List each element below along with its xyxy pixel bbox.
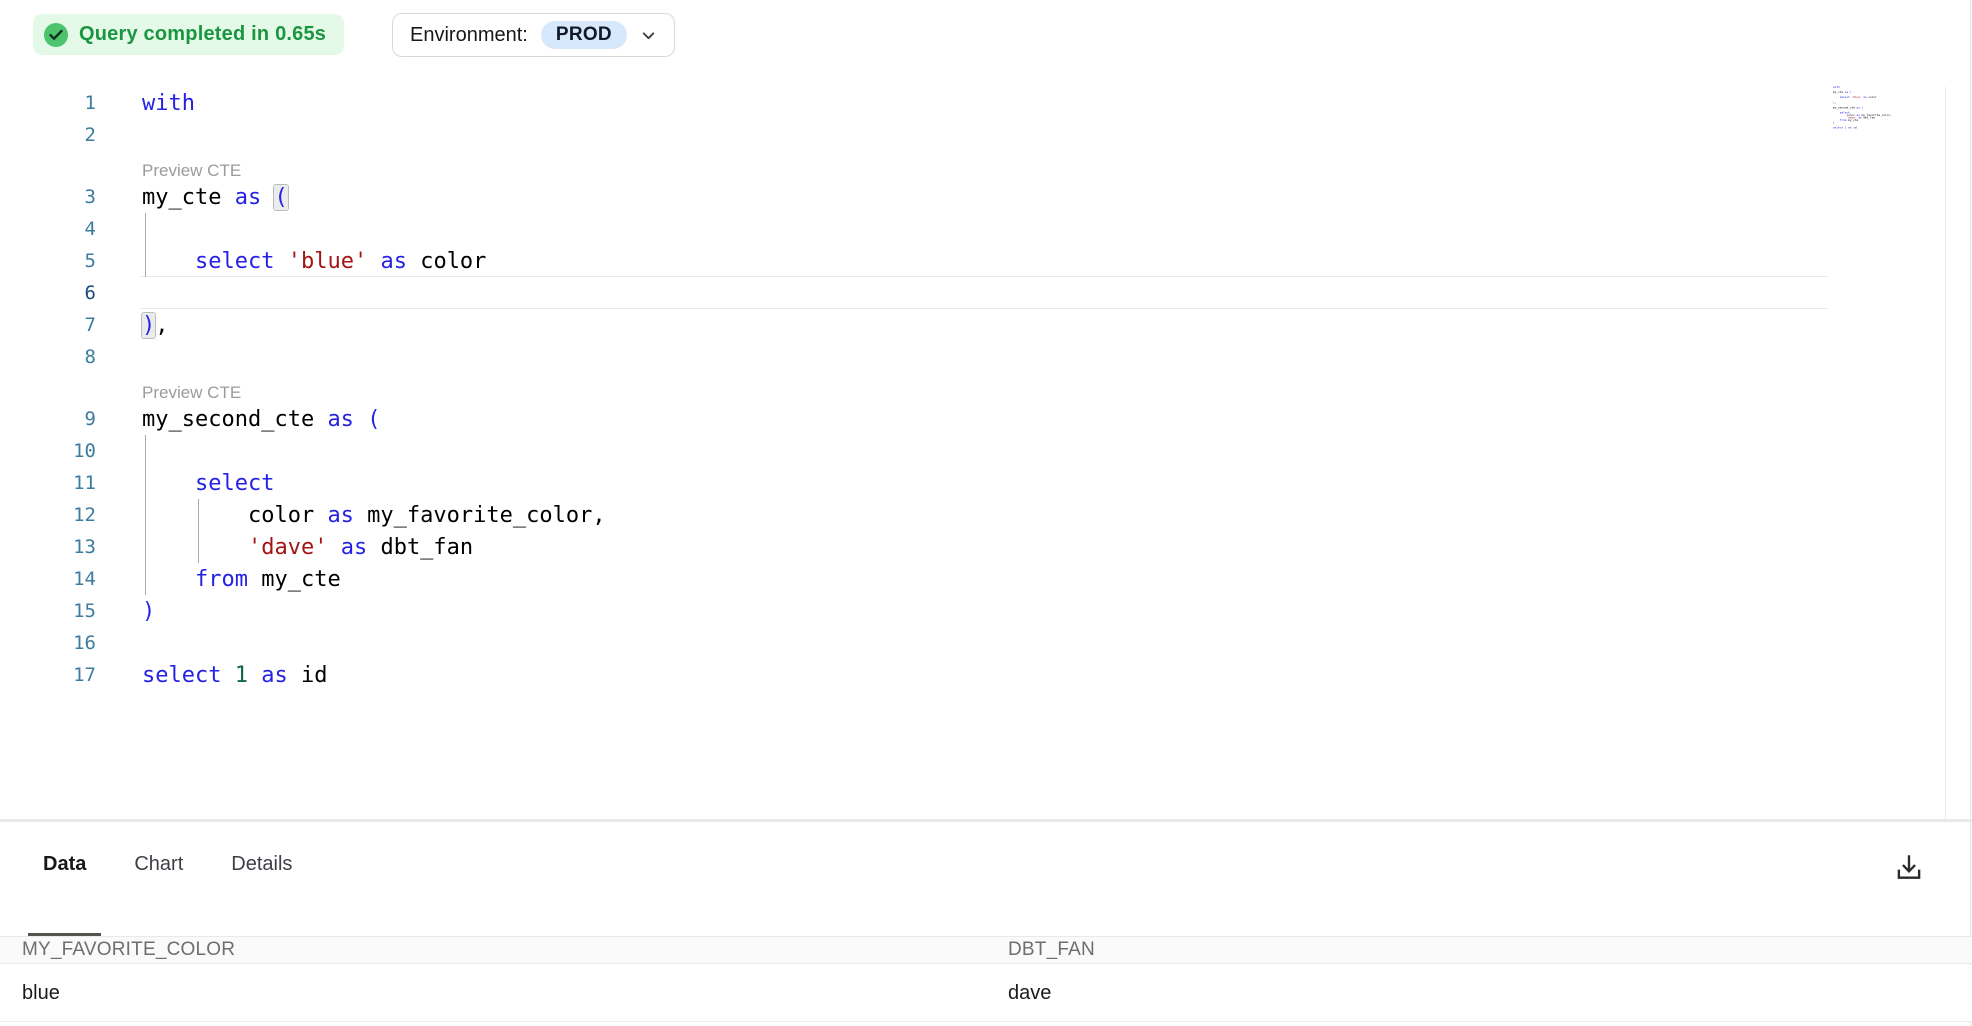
line-number: 9 <box>0 408 96 430</box>
environment-selector[interactable]: Environment: PROD <box>392 13 675 57</box>
line-number: 17 <box>0 664 96 686</box>
code-line[interactable]: 7), <box>0 309 1972 341</box>
indent-guide <box>145 213 146 277</box>
preview-cte-button[interactable]: Preview CTE <box>0 373 1972 403</box>
line-number: 2 <box>0 124 96 146</box>
line-number: 5 <box>0 250 96 272</box>
query-editor-app: 1with2Preview CTE3my_cte as (45 select '… <box>0 0 1972 1026</box>
code-line[interactable]: 2 <box>0 119 1972 151</box>
preview-cte-button[interactable]: Preview CTE <box>0 151 1972 181</box>
line-number: 16 <box>0 632 96 654</box>
indent-guide <box>198 499 199 563</box>
line-number: 14 <box>0 568 96 590</box>
overview-ruler[interactable] <box>1945 87 1970 820</box>
code-line[interactable]: 9my_second_cte as ( <box>0 403 1972 435</box>
download-button[interactable] <box>1888 846 1930 888</box>
minimap-line: select 1 as id <box>1833 127 1894 130</box>
code-line[interactable]: 16 <box>0 627 1972 659</box>
tab-details[interactable]: Details <box>216 853 307 936</box>
code-line[interactable]: 5 select 'blue' as color <box>0 245 1972 277</box>
tab-data[interactable]: Data <box>28 853 101 936</box>
code-area[interactable]: 1with2Preview CTE3my_cte as (45 select '… <box>0 87 1972 691</box>
status-text: Query completed in 0.65s <box>79 23 326 46</box>
panel-divider[interactable] <box>0 819 1972 822</box>
tab-chart[interactable]: Chart <box>119 853 198 936</box>
minimap[interactable]: withmy_cte as ( select 'blue' as color),… <box>1833 86 1894 129</box>
line-number: 4 <box>0 218 96 240</box>
line-number: 12 <box>0 504 96 526</box>
line-number: 3 <box>0 186 96 208</box>
code-line[interactable]: 3my_cte as ( <box>0 181 1972 213</box>
line-number: 15 <box>0 600 96 622</box>
sql-editor[interactable]: 1with2Preview CTE3my_cte as (45 select '… <box>0 0 1972 820</box>
status-badge: Query completed in 0.65s <box>33 14 344 55</box>
environment-label: Environment: <box>410 24 528 47</box>
line-number: 1 <box>0 92 96 114</box>
check-circle-icon <box>44 23 68 47</box>
chevron-down-icon <box>640 27 657 44</box>
code-line[interactable]: 14 from my_cte <box>0 563 1972 595</box>
column-header-my-favorite-color: MY_FAVORITE_COLOR <box>0 939 986 961</box>
code-line[interactable]: 1with <box>0 87 1972 119</box>
line-number: 13 <box>0 536 96 558</box>
environment-value-pill: PROD <box>541 21 627 49</box>
results-tabs: Data Chart Details <box>28 853 307 936</box>
line-number: 6 <box>0 282 96 304</box>
indent-guide <box>145 435 146 595</box>
line-number: 10 <box>0 440 96 462</box>
code-line[interactable]: 15) <box>0 595 1972 627</box>
code-line[interactable]: 11 select <box>0 467 1972 499</box>
code-line[interactable]: 4 <box>0 213 1972 245</box>
table-row: blue dave <box>0 965 1972 1022</box>
code-line[interactable]: 6 <box>0 277 1972 309</box>
code-line[interactable]: 13 'dave' as dbt_fan <box>0 531 1972 563</box>
code-line[interactable]: 10 <box>0 435 1972 467</box>
code-line[interactable]: 17select 1 as id <box>0 659 1972 691</box>
code-line[interactable]: 12 color as my_favorite_color, <box>0 499 1972 531</box>
window-right-edge <box>1970 0 1971 1026</box>
download-icon <box>1893 851 1925 883</box>
cell-dbt-fan: dave <box>986 982 1972 1005</box>
line-number: 7 <box>0 314 96 336</box>
cell-my-favorite-color: blue <box>0 982 986 1005</box>
code-line[interactable]: 8 <box>0 341 1972 373</box>
line-number: 11 <box>0 472 96 494</box>
line-number: 8 <box>0 346 96 368</box>
results-table-header: MY_FAVORITE_COLOR DBT_FAN <box>0 936 1972 964</box>
column-header-dbt-fan: DBT_FAN <box>986 939 1972 961</box>
